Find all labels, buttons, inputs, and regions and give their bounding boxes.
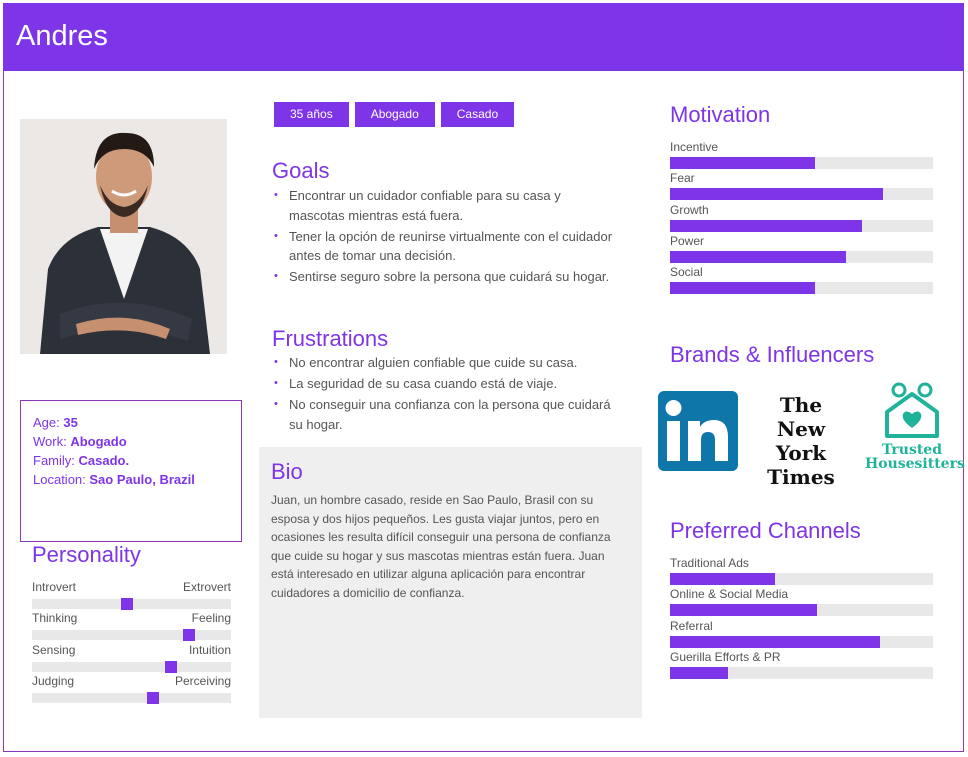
bar-track: [670, 573, 933, 585]
bar-track: [670, 667, 933, 679]
trait-slider: Sensing Intuition: [32, 643, 231, 673]
trait-thumb: [120, 598, 133, 610]
trait-track: [32, 629, 231, 641]
family-row: Family: Casado.: [33, 453, 130, 468]
bar-track: [670, 157, 933, 169]
list-item: No conseguir una confianza con la person…: [274, 395, 614, 434]
bar-fill: [670, 157, 815, 169]
tag-age: 35 años: [274, 102, 349, 127]
trait-track: [32, 661, 231, 673]
bar-fill: [670, 220, 862, 232]
bar-track: [670, 188, 933, 200]
bio-panel: Bio Juan, un hombre casado, reside en Sa…: [259, 447, 642, 718]
bar-fill: [670, 282, 815, 294]
trait-thumb: [183, 629, 196, 641]
bar-fill: [670, 573, 776, 585]
trait-thumb: [147, 692, 160, 704]
nyt-logo: The New York Times: [767, 393, 835, 489]
age-value: 35: [63, 415, 78, 430]
linkedin-logo: [658, 391, 738, 471]
motivation-bar: Incentive: [670, 140, 933, 169]
list-item: Tener la opción de reunirse virtualmente…: [274, 227, 614, 266]
tag-list: 35 años Abogado Casado: [274, 102, 515, 127]
trait-slider: Judging Perceiving: [32, 674, 231, 704]
bar-track: [670, 220, 933, 232]
list-item: Sentirse seguro sobre la persona que cui…: [274, 267, 614, 287]
bar-fill: [670, 667, 728, 679]
personality-title: Personality: [32, 542, 141, 567]
channel-bar: Referral: [670, 619, 933, 648]
bio-text: Juan, un hombre casado, reside en Sao Pa…: [271, 493, 611, 600]
motivation-title: Motivation: [670, 102, 771, 127]
age-row: Age: 35: [33, 415, 78, 430]
trait-slider: Thinking Feeling: [32, 611, 231, 641]
channel-bar: Traditional Ads: [670, 556, 933, 585]
motivation-bar: Growth: [670, 203, 933, 232]
motivation-bar: Power: [670, 234, 933, 263]
persona-name: Andres: [16, 20, 108, 52]
goals-title: Goals: [272, 158, 330, 183]
bar-fill: [670, 188, 884, 200]
work-value: Abogado: [70, 434, 127, 449]
persona-info-box: Age: 35 Work: Abogado Family: Casado. Lo…: [20, 400, 242, 542]
trait-slider: Introvert Extrovert: [32, 580, 231, 610]
list-item: No encontrar alguien confiable que cuide…: [274, 353, 614, 373]
trait-track: [32, 692, 231, 704]
channel-bar: Guerilla Efforts & PR: [670, 650, 933, 679]
brands-title: Brands & Influencers: [670, 342, 875, 367]
channel-bar: Online & Social Media: [670, 587, 933, 616]
frustrations-list: No encontrar alguien confiable que cuide…: [274, 353, 614, 436]
bar-fill: [670, 636, 881, 648]
location-row: Location: Sao Paulo, Brazil: [33, 472, 195, 487]
goals-list: Encontrar un cuidador confiable para su …: [274, 186, 614, 288]
family-value: Casado.: [78, 453, 130, 468]
frustrations-title: Frustrations: [272, 326, 389, 351]
trait-track: [32, 598, 231, 610]
bar-fill: [670, 604, 818, 616]
motivation-bar: Social: [670, 265, 933, 294]
channels-title: Preferred Channels: [670, 518, 861, 543]
bar-track: [670, 251, 933, 263]
motivation-bar: Fear: [670, 171, 933, 200]
bar-track: [670, 282, 933, 294]
header-bar: Andres: [3, 3, 964, 71]
tag-family: Casado: [440, 102, 515, 127]
bar-track: [670, 636, 933, 648]
trait-thumb: [165, 661, 178, 673]
house-heart-icon: [885, 382, 939, 438]
bar-fill: [670, 251, 847, 263]
bar-track: [670, 604, 933, 616]
persona-photo: [20, 119, 227, 354]
bio-title: Bio: [271, 459, 303, 484]
location-value: Sao Paulo, Brazil: [89, 472, 195, 487]
list-item: Encontrar un cuidador confiable para su …: [274, 186, 614, 225]
work-row: Work: Abogado: [33, 434, 127, 449]
trusted-housesitters-logo: Trusted Housesitters: [865, 382, 965, 472]
list-item: La seguridad de su casa cuando está de v…: [274, 374, 614, 394]
tag-work: Abogado: [354, 102, 435, 127]
